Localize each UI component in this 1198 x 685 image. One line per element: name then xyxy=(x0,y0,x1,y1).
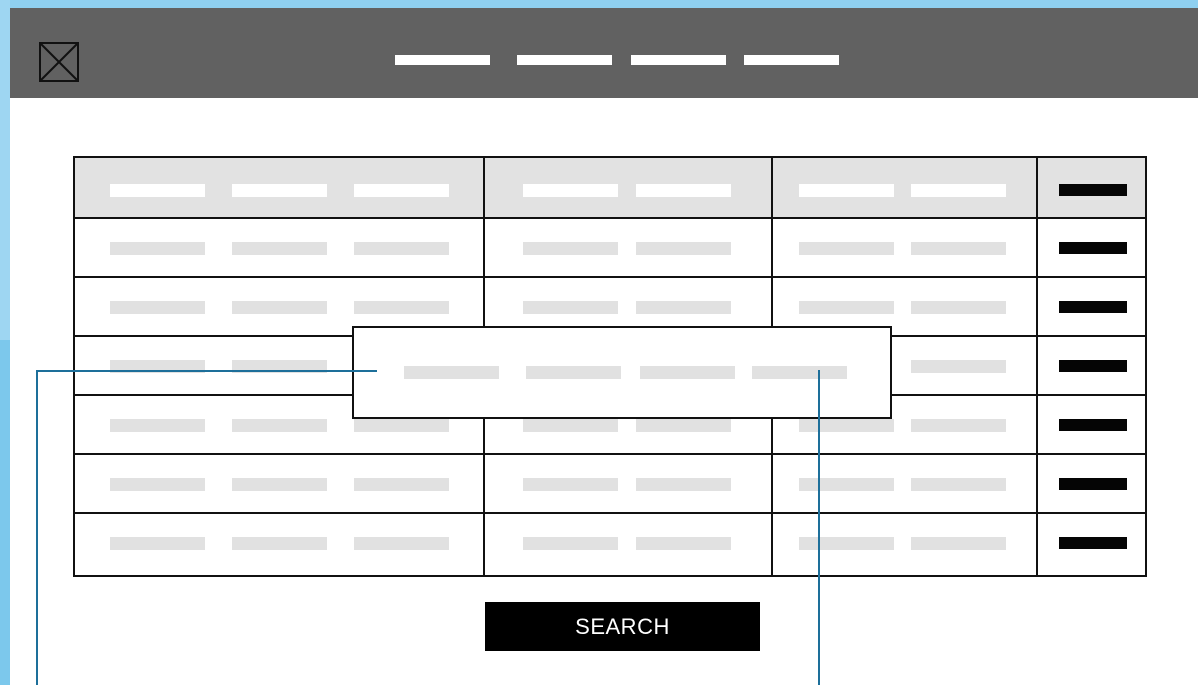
cell-placeholder xyxy=(523,537,618,550)
cell-placeholder xyxy=(799,242,894,255)
cell-placeholder xyxy=(523,419,618,432)
header-cell-placeholder xyxy=(799,184,894,197)
cell-placeholder xyxy=(636,419,731,432)
table-row xyxy=(75,219,1145,278)
nav-item-4[interactable] xyxy=(744,55,839,65)
cell-placeholder xyxy=(636,242,731,255)
cell-placeholder xyxy=(110,478,205,491)
popover-text-placeholder xyxy=(526,366,621,379)
row-action-placeholder[interactable] xyxy=(1059,537,1127,549)
header-cell-placeholder xyxy=(523,184,618,197)
search-button[interactable]: SEARCH xyxy=(485,602,760,651)
header-cell-placeholder xyxy=(354,184,449,197)
header-cell-placeholder xyxy=(110,184,205,197)
cell-placeholder xyxy=(636,478,731,491)
cell-placeholder xyxy=(799,537,894,550)
cell-placeholder xyxy=(911,360,1006,373)
nav-item-1[interactable] xyxy=(395,55,490,65)
cell-placeholder xyxy=(636,537,731,550)
row-action-placeholder[interactable] xyxy=(1059,478,1127,490)
top-edge xyxy=(0,0,1198,8)
popover-text-placeholder xyxy=(752,366,847,379)
image-placeholder-icon[interactable] xyxy=(39,42,79,82)
cell-placeholder xyxy=(523,301,618,314)
left-strip xyxy=(0,0,10,340)
cell-placeholder xyxy=(911,301,1006,314)
table-header-row xyxy=(75,158,1145,219)
cell-placeholder xyxy=(232,301,327,314)
cell-placeholder xyxy=(110,301,205,314)
header-action-placeholder[interactable] xyxy=(1059,184,1127,196)
annotation-line-right-vertical xyxy=(818,370,820,685)
cell-placeholder xyxy=(911,242,1006,255)
annotation-line-left-horizontal xyxy=(36,370,377,372)
header-cell-placeholder xyxy=(911,184,1006,197)
cell-placeholder xyxy=(110,242,205,255)
annotation-line-left-vertical xyxy=(36,370,38,685)
cell-placeholder xyxy=(232,242,327,255)
nav-item-3[interactable] xyxy=(631,55,726,65)
table-row xyxy=(75,455,1145,514)
cell-placeholder xyxy=(799,419,894,432)
cell-placeholder xyxy=(354,242,449,255)
left-strip-lower xyxy=(0,340,10,685)
cell-placeholder xyxy=(799,478,894,491)
row-action-placeholder[interactable] xyxy=(1059,242,1127,254)
cell-placeholder xyxy=(110,537,205,550)
cell-placeholder xyxy=(911,478,1006,491)
cell-placeholder xyxy=(232,537,327,550)
cell-placeholder xyxy=(354,478,449,491)
cell-placeholder xyxy=(799,301,894,314)
header-bar xyxy=(10,8,1198,98)
cell-placeholder xyxy=(523,478,618,491)
cell-placeholder xyxy=(354,419,449,432)
header-cell-placeholder xyxy=(232,184,327,197)
cell-placeholder xyxy=(911,419,1006,432)
cell-placeholder xyxy=(232,419,327,432)
cell-placeholder xyxy=(523,242,618,255)
row-action-placeholder[interactable] xyxy=(1059,301,1127,313)
cell-placeholder xyxy=(354,537,449,550)
cell-placeholder xyxy=(354,301,449,314)
table-row xyxy=(75,514,1145,573)
row-action-placeholder[interactable] xyxy=(1059,419,1127,431)
cell-placeholder xyxy=(110,419,205,432)
nav-item-2[interactable] xyxy=(517,55,612,65)
popover-text-placeholder xyxy=(404,366,499,379)
column-divider xyxy=(1036,158,1038,575)
row-popover[interactable] xyxy=(352,326,892,419)
popover-text-placeholder xyxy=(640,366,735,379)
header-cell-placeholder xyxy=(636,184,731,197)
wireframe-window: SEARCH xyxy=(10,8,1198,685)
cell-placeholder xyxy=(232,478,327,491)
cell-placeholder xyxy=(911,537,1006,550)
cell-placeholder xyxy=(636,301,731,314)
row-action-placeholder[interactable] xyxy=(1059,360,1127,372)
